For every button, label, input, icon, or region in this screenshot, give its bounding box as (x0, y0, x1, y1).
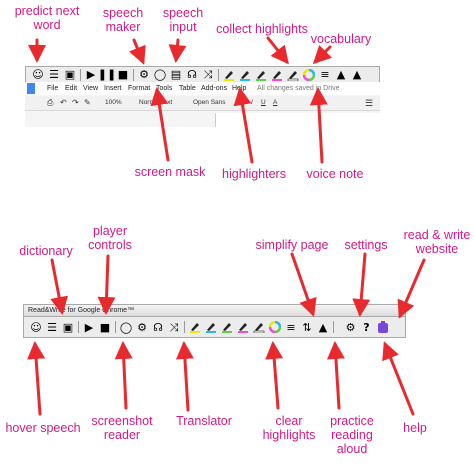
arrow-simplify (290, 252, 317, 317)
arrow-screen-mask (150, 87, 170, 162)
arrow-speech-maker (128, 38, 146, 65)
arrow-translator (175, 341, 194, 412)
arrow-collect (266, 36, 289, 65)
arrow-website (397, 258, 426, 319)
arrow-speech-input (168, 38, 187, 63)
arrow-clear (265, 341, 284, 410)
arrow-dictionary (50, 258, 69, 315)
arrow-hover-speech (27, 341, 46, 416)
arrow-help (382, 341, 415, 416)
arrow-voice-note (309, 87, 328, 164)
arrow-settings (352, 252, 371, 317)
arrow-vocabulary (312, 45, 332, 65)
arrow-player (97, 254, 116, 315)
arrow-screenshot (114, 341, 133, 410)
arrow-highlighters (233, 87, 254, 164)
callout-arrows (27, 36, 426, 416)
arrow-practice (326, 341, 345, 410)
